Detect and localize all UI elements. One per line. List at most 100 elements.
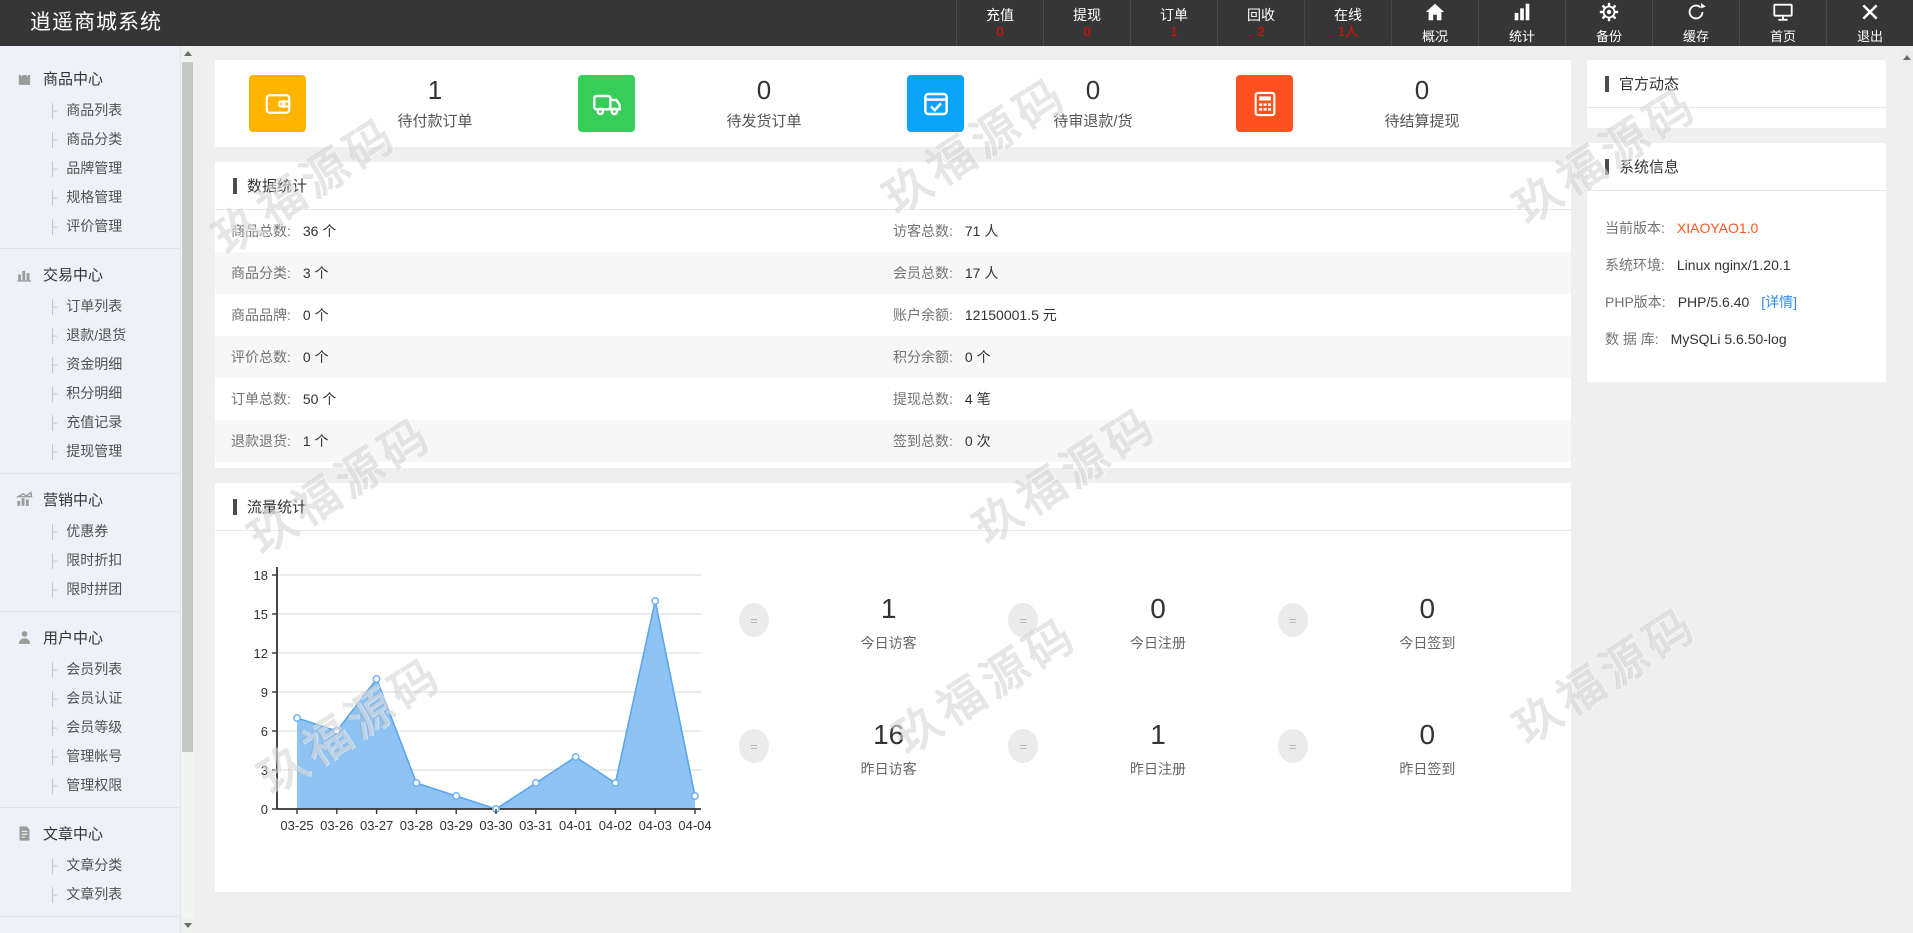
app-title: 逍遥商城系统 xyxy=(0,0,162,46)
sidebar-group-header[interactable]: 营销中心 xyxy=(0,481,193,517)
sidebar-item-member-verify[interactable]: 会员认证 xyxy=(0,684,193,713)
sidebar-item-admin-account[interactable]: 管理帐号 xyxy=(0,742,193,771)
sysinfo-value: PHP/5.6.40 xyxy=(1678,294,1750,310)
summary-label: 待付款订单 xyxy=(306,110,564,131)
svg-text:03-26: 03-26 xyxy=(320,818,353,833)
summary-tile-unpaid-orders: 1 待付款订单 xyxy=(235,75,564,132)
equals-icon: = xyxy=(739,729,769,763)
sidebar-item-fund-detail[interactable]: 资金明细 xyxy=(0,350,193,379)
topbar-item-overview[interactable]: 概况 xyxy=(1391,0,1478,46)
sidebar-item-review-manage[interactable]: 评价管理 xyxy=(0,212,193,241)
traffic-metrics: = 1今日访客 = 0今日注册 = 0今日签到 = xyxy=(739,559,1547,852)
topbar-item-backup[interactable]: 备份 xyxy=(1565,0,1652,46)
stat-value: 1 个 xyxy=(303,431,329,451)
scroll-up-icon[interactable] xyxy=(181,46,193,61)
official-news-card: 官方动态 xyxy=(1587,60,1886,128)
stat-label: 积分余额: xyxy=(893,347,953,367)
sidebar-group-header[interactable]: 控制面板 xyxy=(0,924,193,933)
stats-icon xyxy=(1511,1,1533,23)
main-content: 1 待付款订单 0 待发货订单 xyxy=(193,46,1913,933)
topbar-item-label: 在线 xyxy=(1334,6,1362,24)
sidebar-group-products: 商品中心 商品列表 商品分类 品牌管理 规格管理 评价管理 xyxy=(0,53,193,249)
topbar-item-orders[interactable]: 订单 1 xyxy=(1130,0,1217,46)
summary-value: 1 xyxy=(306,76,564,104)
section-title: 数据统计 xyxy=(247,175,307,196)
topbar-item-online[interactable]: 在线 1人 xyxy=(1304,0,1391,46)
sidebar-scrollbar-thumb[interactable] xyxy=(182,62,193,752)
sidebar-item-withdraw-manage[interactable]: 提现管理 xyxy=(0,437,193,466)
topbar-item-recharge[interactable]: 充值 0 xyxy=(956,0,1043,46)
svg-text:03-27: 03-27 xyxy=(360,818,393,833)
article-icon xyxy=(15,824,33,842)
topbar-item-logout[interactable]: 退出 xyxy=(1826,0,1913,46)
page-scroll-up-icon[interactable] xyxy=(1900,50,1913,65)
metric-label: 昨日访客 xyxy=(769,759,1008,779)
stat-value: 0 个 xyxy=(303,305,329,325)
sidebar-item-article-category[interactable]: 文章分类 xyxy=(0,851,193,880)
close-icon xyxy=(1860,1,1880,23)
equals-icon: = xyxy=(1278,603,1308,637)
sidebar-item-refund[interactable]: 退款/退货 xyxy=(0,321,193,350)
stat-row: 订单总数:50 个 提现总数:4 笔 xyxy=(215,378,1571,420)
sysinfo-row-version: 当前版本: XIAOYAO1.0 xyxy=(1605,218,1868,238)
svg-text:03-28: 03-28 xyxy=(400,818,433,833)
topbar-item-count: 1人 xyxy=(1338,24,1358,40)
topbar-item-label: 提现 xyxy=(1073,6,1101,24)
sidebar-group-header[interactable]: 文章中心 xyxy=(0,815,193,851)
stat-row: 商品品牌:0 个 账户余额:12150001.5 元 xyxy=(215,294,1571,336)
sidebar-item-product-category[interactable]: 商品分类 xyxy=(0,125,193,154)
stat-value: 0 次 xyxy=(965,431,991,451)
topbar-menu: 充值 0 提现 0 订单 1 回收 2 在线 1人 概况 xyxy=(956,0,1913,46)
sysinfo-label: 系统环境: xyxy=(1605,255,1665,275)
summary-value: 0 xyxy=(964,76,1222,104)
topbar-item-count: 1 xyxy=(1170,24,1177,40)
stat-label: 商品总数: xyxy=(231,221,291,241)
sidebar-group-header[interactable]: 商品中心 xyxy=(0,60,193,96)
summary-card: 1 待付款订单 0 待发货订单 xyxy=(215,60,1571,147)
sidebar-item-points-detail[interactable]: 积分明细 xyxy=(0,379,193,408)
sidebar-item-recharge-record[interactable]: 充值记录 xyxy=(0,408,193,437)
stat-value: 3 个 xyxy=(303,263,329,283)
sidebar-item-group-buy[interactable]: 限时拼团 xyxy=(0,575,193,604)
topbar-item-withdraw[interactable]: 提现 0 xyxy=(1043,0,1130,46)
sidebar-item-brand-manage[interactable]: 品牌管理 xyxy=(0,154,193,183)
sidebar-item-admin-permission[interactable]: 管理权限 xyxy=(0,771,193,800)
topbar-item-homepage[interactable]: 首页 xyxy=(1739,0,1826,46)
sidebar-scrollbar[interactable] xyxy=(180,46,193,933)
stat-label: 签到总数: xyxy=(893,431,953,451)
sidebar-group-header[interactable]: 交易中心 xyxy=(0,256,193,292)
sidebar-item-member-level[interactable]: 会员等级 xyxy=(0,713,193,742)
stat-value: 71 人 xyxy=(965,221,998,241)
calculator-icon xyxy=(1236,75,1293,132)
topbar-item-cache[interactable]: 缓存 xyxy=(1652,0,1739,46)
traffic-card: 流量统计 036912151803-2503-2603-2703-2803-29… xyxy=(215,483,1571,892)
sidebar-item-flash-discount[interactable]: 限时折扣 xyxy=(0,546,193,575)
metric-label: 昨日注册 xyxy=(1038,759,1277,779)
topbar-item-stats[interactable]: 统计 xyxy=(1478,0,1565,46)
svg-text:6: 6 xyxy=(261,724,268,739)
header-bar xyxy=(1605,159,1609,175)
sidebar-group-header[interactable]: 用户中心 xyxy=(0,619,193,655)
header-bar xyxy=(1605,76,1609,92)
sidebar-item-product-list[interactable]: 商品列表 xyxy=(0,96,193,125)
topbar-item-recycle[interactable]: 回收 2 xyxy=(1217,0,1304,46)
metric-today-visitors: = 1今日访客 xyxy=(739,593,1008,653)
sidebar-item-member-list[interactable]: 会员列表 xyxy=(0,655,193,684)
sysinfo-value: MySQLi 5.6.50-log xyxy=(1671,331,1787,347)
svg-text:04-02: 04-02 xyxy=(599,818,632,833)
metric-yesterday-visitors: = 16昨日访客 xyxy=(739,719,1008,779)
traffic-chart: 036912151803-2503-2603-2703-2803-2903-30… xyxy=(239,559,719,847)
sidebar-item-order-list[interactable]: 订单列表 xyxy=(0,292,193,321)
sidebar-item-coupon[interactable]: 优惠券 xyxy=(0,517,193,546)
trend-icon xyxy=(15,490,33,508)
topbar-item-count: 0 xyxy=(1083,24,1090,40)
sidebar-group-label: 交易中心 xyxy=(43,264,103,285)
stat-label: 评价总数: xyxy=(231,347,291,367)
sidebar-item-article-list[interactable]: 文章列表 xyxy=(0,880,193,909)
sidebar-group-label: 文章中心 xyxy=(43,823,103,844)
sidebar-item-spec-manage[interactable]: 规格管理 xyxy=(0,183,193,212)
scroll-down-icon[interactable] xyxy=(181,918,193,933)
bag-icon xyxy=(15,69,33,87)
svg-text:3: 3 xyxy=(261,763,268,778)
php-detail-link[interactable]: [详情] xyxy=(1761,292,1797,312)
